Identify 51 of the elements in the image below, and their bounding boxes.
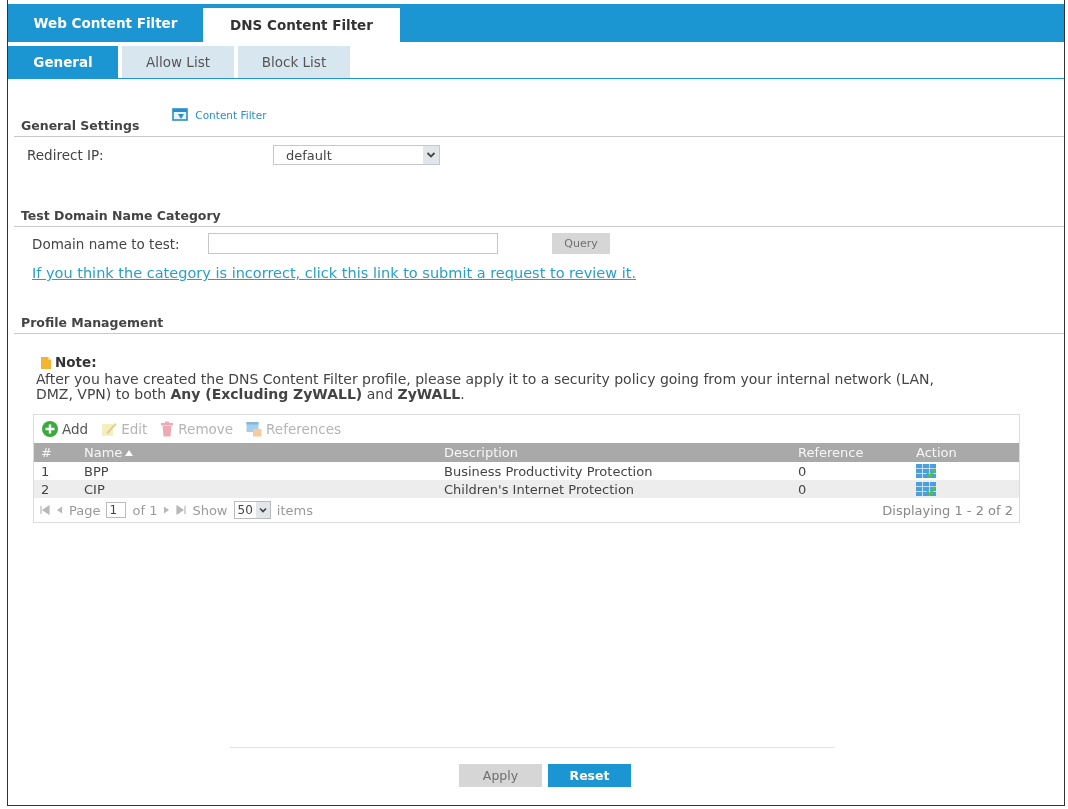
- items-per-page-select[interactable]: 50: [233, 501, 271, 519]
- pager-label: Show: [192, 502, 228, 518]
- section-heading: Profile Management: [20, 315, 165, 330]
- note-icon: [40, 356, 52, 370]
- windows-icon: [246, 420, 263, 437]
- column-header[interactable]: Name: [77, 445, 437, 460]
- table-cell: 0: [798, 463, 807, 479]
- pencil-note-icon: [101, 420, 118, 437]
- trash-icon: [160, 420, 175, 437]
- first-page-icon[interactable]: [40, 505, 50, 515]
- redirect-ip-select[interactable]: default: [273, 145, 440, 165]
- table-cell: BPP: [84, 463, 109, 479]
- note-title: Note:: [55, 354, 97, 370]
- sub-tab[interactable]: Block List: [238, 46, 350, 78]
- section-heading: General Settings: [21, 118, 140, 133]
- table-cell: Business Productivity Protection: [444, 463, 653, 479]
- domain-input[interactable]: [208, 233, 498, 254]
- toolbar-button[interactable]: Add: [40, 420, 91, 437]
- main-tab[interactable]: DNS Content Filter: [203, 8, 400, 42]
- section-heading: Test Domain Name Category: [20, 208, 222, 223]
- column-header[interactable]: Action: [909, 445, 1019, 460]
- column-header[interactable]: Reference: [791, 445, 909, 460]
- pager-label: Page: [69, 502, 101, 518]
- grid-icon[interactable]: [916, 464, 936, 478]
- pager-label: items: [276, 502, 313, 518]
- last-page-icon[interactable]: [176, 505, 187, 515]
- plus-circle-icon: [42, 420, 58, 437]
- table-cell: 2: [41, 481, 50, 497]
- sub-tab[interactable]: General: [8, 46, 118, 78]
- form-button[interactable]: Reset: [548, 764, 631, 787]
- column-header[interactable]: Description: [437, 445, 791, 460]
- caret-icon: [423, 146, 439, 164]
- next-page-icon[interactable]: [163, 505, 171, 515]
- grid-icon[interactable]: [916, 482, 936, 496]
- pager-summary: Displaying 1 - 2 of 2: [882, 502, 1013, 518]
- field-label: Redirect IP:: [27, 147, 105, 163]
- table-cell: 0: [798, 481, 807, 497]
- field-label: Domain name to test:: [32, 235, 181, 252]
- note-text: After you have created the DNS Content Filter profile, please apply it to a security policy going from your internal network (LAN, DMZ, VPN) to both Any (Excluding ZyWALL) and ZyWALL.: [36, 372, 935, 402]
- previous-page-icon[interactable]: [56, 505, 63, 515]
- review-request-link[interactable]: If you think the category is incorrect, click this link to submit a request to review it.: [32, 265, 636, 281]
- column-header[interactable]: #: [34, 445, 77, 460]
- sub-tab[interactable]: Allow List: [122, 46, 234, 78]
- main-tab[interactable]: Web Content Filter: [8, 4, 203, 42]
- page-input[interactable]: 1: [106, 502, 127, 518]
- table-cell: 1: [41, 463, 50, 479]
- table-cell: CIP: [84, 481, 105, 497]
- pager-label: of 1: [132, 502, 158, 518]
- caret-icon: [255, 502, 270, 518]
- table-cell: Children's Internet Protection: [444, 481, 635, 497]
- content-filter-link[interactable]: Content Filter: [195, 109, 267, 121]
